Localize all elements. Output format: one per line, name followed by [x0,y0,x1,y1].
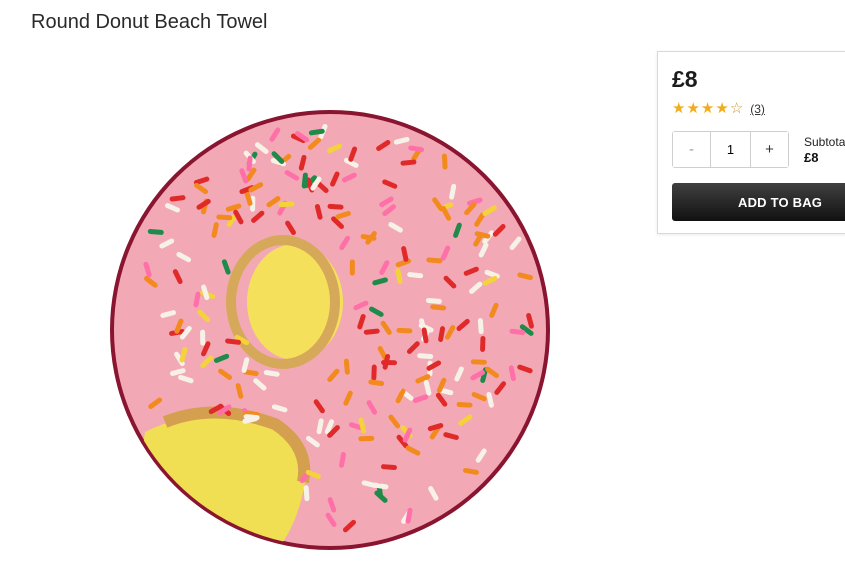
subtotal-label: Subtotal [804,135,845,149]
quantity-input[interactable] [710,132,751,167]
star-empty-icon: ☆ [729,100,744,117]
star-rating: ★ ★ ★ ★ ☆ [672,101,744,117]
rating: ★ ★ ★ ★ ☆ (3) [672,101,765,117]
subtotal-value: £8 [804,150,819,165]
product-title: Round Donut Beach Towel [31,11,268,33]
star-icon: ★ [672,100,686,117]
star-half-icon: ★ [715,100,729,117]
add-to-bag-button[interactable]: ADD TO BAG [672,183,845,221]
product-image [110,110,550,550]
purchase-panel: £8 ★ ★ ★ ★ ☆ (3) - + Subtotal £8 ADD TO … [657,51,845,234]
subtotal: Subtotal £8 [804,135,845,165]
star-icon: ★ [686,100,700,117]
quantity-stepper: - + [672,131,789,168]
review-count-link[interactable]: (3) [750,102,765,116]
decrease-quantity-button[interactable]: - [673,132,710,167]
increase-quantity-button[interactable]: + [751,132,788,167]
star-icon: ★ [700,100,715,117]
product-price: £8 [672,66,698,92]
